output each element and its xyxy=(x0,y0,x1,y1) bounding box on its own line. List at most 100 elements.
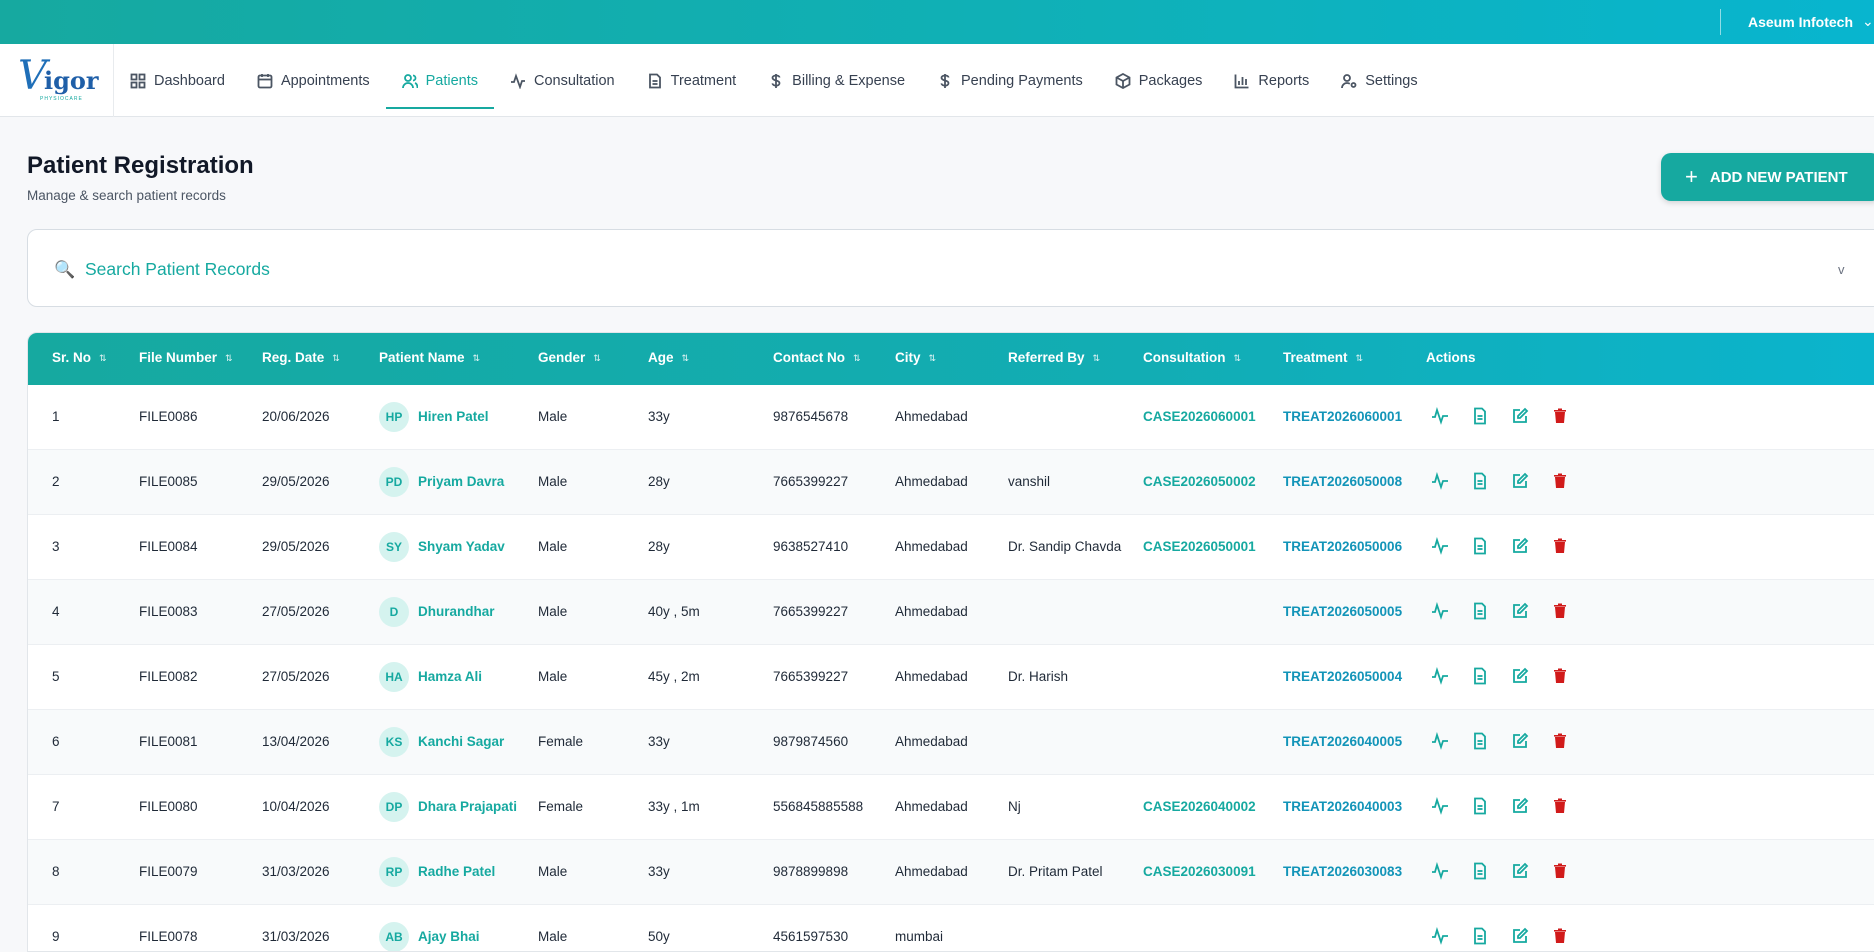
table-row[interactable]: 2 FILE0085 29/05/2026 PD Priyam Davra Male 28y… xyxy=(28,450,1874,515)
sort-icon[interactable]: ⇅ xyxy=(853,353,861,364)
nav-item-patients[interactable]: Patients xyxy=(385,44,495,117)
cell-treatment[interactable]: TREAT2026040003 xyxy=(1283,799,1402,814)
column-header-age[interactable]: Age ⇅ xyxy=(648,350,689,365)
cell-consultation[interactable]: CASE2026040002 xyxy=(1143,799,1256,814)
activity-icon[interactable] xyxy=(1431,731,1449,750)
trash-icon[interactable] xyxy=(1551,862,1569,880)
nav-item-settings[interactable]: Settings xyxy=(1325,44,1433,117)
activity-icon[interactable] xyxy=(1431,471,1449,490)
edit-icon[interactable] xyxy=(1511,862,1529,880)
sort-icon[interactable]: ⇅ xyxy=(929,353,937,364)
trash-icon[interactable] xyxy=(1551,472,1569,490)
patient-name-link[interactable]: Radhe Patel xyxy=(418,864,495,879)
cell-consultation[interactable]: CASE2026030091 xyxy=(1143,864,1256,879)
patient-name-link[interactable]: Priyam Davra xyxy=(418,474,504,489)
nav-item-treatment[interactable]: Treatment xyxy=(631,44,753,117)
nav-item-packages[interactable]: Packages xyxy=(1099,44,1219,117)
patient-name-link[interactable]: Shyam Yadav xyxy=(418,539,505,554)
trash-icon[interactable] xyxy=(1551,602,1569,620)
document-icon[interactable] xyxy=(1471,797,1489,815)
trash-icon[interactable] xyxy=(1551,797,1569,815)
column-header-treatment[interactable]: Treatment ⇅ xyxy=(1283,350,1363,365)
nav-item-pending-payments[interactable]: Pending Payments xyxy=(921,44,1099,117)
patient-name-link[interactable]: Ajay Bhai xyxy=(418,929,480,944)
document-icon[interactable] xyxy=(1471,537,1489,555)
document-icon[interactable] xyxy=(1471,862,1489,880)
table-row[interactable]: 1 FILE0086 20/06/2026 HP Hiren Patel Male 33y 9… xyxy=(28,385,1874,450)
cell-treatment[interactable]: TREAT2026050006 xyxy=(1283,539,1402,554)
cell-treatment[interactable]: TREAT2026040005 xyxy=(1283,734,1402,749)
document-icon[interactable] xyxy=(1471,667,1489,685)
column-header-gender[interactable]: Gender ⇅ xyxy=(538,350,601,365)
patient-name-link[interactable]: Hamza Ali xyxy=(418,669,482,684)
organization-name[interactable]: Aseum Infotech xyxy=(1748,14,1853,30)
chevron-down-icon[interactable]: ⌄ xyxy=(1862,13,1874,30)
patient-name-link[interactable]: Kanchi Sagar xyxy=(418,734,504,749)
patient-name-link[interactable]: Dhurandhar xyxy=(418,604,495,619)
sort-icon[interactable]: ⇅ xyxy=(1234,353,1242,364)
column-header-referred-by[interactable]: Referred By ⇅ xyxy=(1008,350,1100,365)
activity-icon[interactable] xyxy=(1431,861,1449,880)
edit-icon[interactable] xyxy=(1511,927,1529,945)
cell-consultation[interactable]: CASE2026050001 xyxy=(1143,539,1256,554)
table-row[interactable]: 6 FILE0081 13/04/2026 KS Kanchi Sagar Female 3… xyxy=(28,710,1874,775)
chevron-down-icon[interactable]: v xyxy=(1838,262,1845,277)
edit-icon[interactable] xyxy=(1511,667,1529,685)
activity-icon[interactable] xyxy=(1431,926,1449,945)
sort-icon[interactable]: ⇅ xyxy=(593,353,601,364)
document-icon[interactable] xyxy=(1471,927,1489,945)
edit-icon[interactable] xyxy=(1511,602,1529,620)
sort-icon[interactable]: ⇅ xyxy=(1356,353,1364,364)
app-logo[interactable]: V igor PHYSIOCARE xyxy=(0,44,114,117)
edit-icon[interactable] xyxy=(1511,407,1529,425)
sort-icon[interactable]: ⇅ xyxy=(99,353,107,364)
column-header-contact-no[interactable]: Contact No ⇅ xyxy=(773,350,861,365)
document-icon[interactable] xyxy=(1471,472,1489,490)
trash-icon[interactable] xyxy=(1551,667,1569,685)
cell-treatment[interactable]: TREAT2026050004 xyxy=(1283,669,1402,684)
sort-icon[interactable]: ⇅ xyxy=(682,353,690,364)
document-icon[interactable] xyxy=(1471,407,1489,425)
cell-treatment[interactable]: TREAT2026030083 xyxy=(1283,864,1402,879)
trash-icon[interactable] xyxy=(1551,732,1569,750)
trash-icon[interactable] xyxy=(1551,407,1569,425)
cell-treatment[interactable]: TREAT2026050005 xyxy=(1283,604,1402,619)
table-row[interactable]: 3 FILE0084 29/05/2026 SY Shyam Yadav Male 28y 9… xyxy=(28,515,1874,580)
nav-item-appointments[interactable]: Appointments xyxy=(241,44,386,117)
nav-item-reports[interactable]: Reports xyxy=(1218,44,1325,117)
sort-icon[interactable]: ⇅ xyxy=(473,353,481,364)
cell-treatment[interactable]: TREAT2026060001 xyxy=(1283,409,1402,424)
nav-item-consultation[interactable]: Consultation xyxy=(494,44,631,117)
edit-icon[interactable] xyxy=(1511,732,1529,750)
column-header-patient-name[interactable]: Patient Name ⇅ xyxy=(379,350,480,365)
sort-icon[interactable]: ⇅ xyxy=(225,353,233,364)
column-header-file-number[interactable]: File Number ⇅ xyxy=(139,350,233,365)
table-row[interactable]: 4 FILE0083 27/05/2026 D Dhurandhar Male 40y , … xyxy=(28,580,1874,645)
edit-icon[interactable] xyxy=(1511,537,1529,555)
sort-icon[interactable]: ⇅ xyxy=(332,353,340,364)
nav-item-dashboard[interactable]: Dashboard xyxy=(114,44,241,117)
table-row[interactable]: 8 FILE0079 31/03/2026 RP Radhe Patel Male 33y 9… xyxy=(28,840,1874,905)
add-new-patient-button[interactable]: + ADD NEW PATIENT xyxy=(1661,153,1874,201)
activity-icon[interactable] xyxy=(1431,601,1449,620)
column-header-city[interactable]: City ⇅ xyxy=(895,350,936,365)
document-icon[interactable] xyxy=(1471,602,1489,620)
cell-treatment[interactable]: TREAT2026050008 xyxy=(1283,474,1402,489)
column-header-consultation[interactable]: Consultation ⇅ xyxy=(1143,350,1241,365)
patient-name-link[interactable]: Dhara Prajapati xyxy=(418,799,517,814)
trash-icon[interactable] xyxy=(1551,927,1569,945)
nav-item-billing-expense[interactable]: Billing & Expense xyxy=(752,44,921,117)
table-row[interactable]: 7 FILE0080 10/04/2026 DP Dhara Prajapati Fema… xyxy=(28,775,1874,840)
activity-icon[interactable] xyxy=(1431,406,1449,425)
activity-icon[interactable] xyxy=(1431,536,1449,555)
cell-consultation[interactable]: CASE2026050002 xyxy=(1143,474,1256,489)
edit-icon[interactable] xyxy=(1511,797,1529,815)
table-row[interactable]: 9 FILE0078 31/03/2026 AB Ajay Bhai Male 50y 456… xyxy=(28,905,1874,951)
search-panel[interactable]: 🔍 Search Patient Records v xyxy=(27,229,1874,307)
document-icon[interactable] xyxy=(1471,732,1489,750)
trash-icon[interactable] xyxy=(1551,537,1569,555)
edit-icon[interactable] xyxy=(1511,472,1529,490)
column-header-sr-no[interactable]: Sr. No ⇅ xyxy=(52,350,107,365)
column-header-reg-date[interactable]: Reg. Date ⇅ xyxy=(262,350,340,365)
table-row[interactable]: 5 FILE0082 27/05/2026 HA Hamza Ali Male 45y , … xyxy=(28,645,1874,710)
